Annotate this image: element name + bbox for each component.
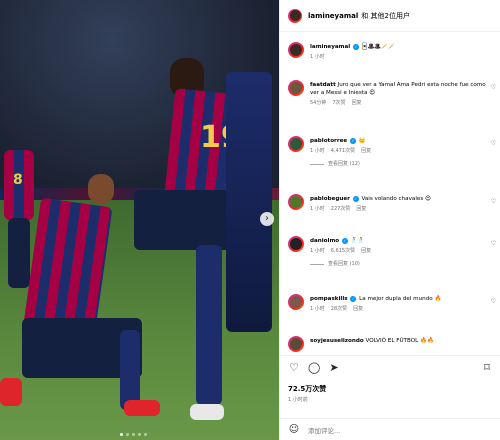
commenter-avatar[interactable] — [288, 294, 304, 310]
author-username[interactable]: lamineyamal — [308, 12, 358, 20]
heart-icon[interactable]: ♡ — [491, 198, 496, 205]
verified-badge-icon: ✓ — [352, 43, 359, 50]
bookmark-icon[interactable]: ⌑ — [481, 362, 493, 374]
standing-player-leg — [196, 245, 222, 405]
comment-time: 1 小时 — [310, 148, 325, 154]
player-background-right — [226, 72, 272, 332]
author-avatar[interactable] — [288, 42, 304, 58]
add-comment-input[interactable]: 添加评论... — [308, 425, 340, 435]
heart-icon[interactable]: ♡ — [491, 240, 496, 247]
player-background-left-legs — [8, 218, 30, 288]
comment-text: 👑 — [358, 138, 366, 144]
comment-likes[interactable]: 227次赞 — [331, 205, 351, 213]
heart-icon[interactable]: ♡ — [491, 298, 496, 305]
carousel-dot — [144, 433, 147, 436]
boot-red — [124, 400, 160, 416]
comment-text: 🕺🕺 — [350, 238, 365, 244]
comment-likes[interactable]: 6,615次赞 — [331, 247, 355, 255]
verified-badge-icon: ✓ — [341, 237, 348, 244]
comment-text: Juro que ver a Yamal Ama Pedri esta noch… — [310, 82, 486, 96]
comment-username[interactable]: daniolmo — [310, 238, 339, 244]
jersey-number-8: 8 — [13, 172, 23, 188]
boot-white — [190, 404, 224, 420]
comment-likes[interactable]: 7次赞 — [332, 99, 345, 107]
chevron-right-icon[interactable]: › — [260, 212, 274, 226]
boot-red-left — [0, 378, 22, 406]
comment-username[interactable]: pablobeguer — [310, 196, 350, 202]
commenter-avatar[interactable] — [288, 336, 304, 352]
comment-time: 54分钟 — [310, 100, 327, 106]
post-photo[interactable]: 8 11 19 › — [0, 0, 279, 440]
caption-text: 🃏🎩🎩🪄🪄 — [361, 44, 396, 50]
divider — [310, 163, 324, 165]
reply-button[interactable]: 回复 — [361, 147, 371, 155]
post-side-panel: lamineyamal 和 其他2位用户 lamineyamal ✓ 🃏🎩🎩🪄🪄… — [279, 0, 500, 440]
comment-username[interactable]: pompaskills — [310, 296, 348, 302]
verified-badge-icon: ✓ — [349, 137, 356, 144]
carousel-dots — [120, 433, 147, 436]
comment-text: VOLVIÓ EL FÚTBOL 🔥🔥 — [365, 338, 434, 344]
view-replies-button[interactable]: 查看回复 (10) — [328, 260, 360, 268]
standing-player-shorts — [134, 190, 234, 250]
carousel-dot — [126, 433, 129, 436]
post-time: 1 小时前 — [288, 397, 308, 403]
comment-text: Vais volando chavales 😍 — [361, 196, 431, 202]
reply-button[interactable]: 回复 — [356, 205, 366, 213]
heart-icon[interactable]: ♡ — [491, 140, 496, 147]
comment-likes[interactable]: 28次赞 — [331, 305, 347, 313]
reply-button[interactable]: 回复 — [361, 247, 371, 255]
share-icon[interactable]: ➤ — [328, 362, 340, 374]
add-comment-bar: ☺ 添加评论... — [280, 418, 500, 440]
comment-username[interactable]: soyjesuselizondo — [310, 338, 364, 344]
divider — [310, 263, 324, 265]
comment-time: 1 小时 — [310, 306, 325, 312]
comment-time: 1 小时 — [310, 248, 325, 254]
smiley-icon[interactable]: ☺ — [288, 424, 300, 436]
carousel-dot — [132, 433, 135, 436]
reply-button[interactable]: 回复 — [352, 99, 362, 107]
reply-button[interactable]: 回复 — [353, 305, 363, 313]
view-replies-button[interactable]: 查看回复 (12) — [328, 160, 360, 168]
commenter-avatar[interactable] — [288, 136, 304, 152]
carousel-dot — [120, 433, 123, 436]
verified-badge-icon: ✓ — [350, 295, 357, 302]
comment-text: La mejor dupla del mundo 🔥 — [359, 296, 442, 302]
commenter-avatar[interactable] — [288, 194, 304, 210]
caption-time: 1 小时 — [310, 54, 325, 60]
verified-badge-icon: ✓ — [352, 195, 359, 202]
commenter-avatar[interactable] — [288, 236, 304, 252]
post-actions: ♡ ◯ ➤ ⌑ 72.5万次赞 1 小时前 — [280, 355, 500, 417]
comment-username[interactable]: faatdatt — [310, 82, 336, 88]
heart-icon[interactable]: ♡ — [491, 84, 496, 91]
post-header: lamineyamal 和 其他2位用户 — [280, 0, 500, 32]
comment-likes[interactable]: 4,471次赞 — [331, 147, 355, 155]
caption-username[interactable]: lamineyamal — [310, 44, 350, 50]
kneeling-player-head — [88, 174, 114, 204]
commenter-avatar[interactable] — [288, 80, 304, 96]
comment-username[interactable]: pablotorree — [310, 138, 347, 144]
author-avatar[interactable] — [288, 8, 302, 23]
collaborators-label[interactable]: 和 其他2位用户 — [361, 11, 410, 21]
carousel-dot — [138, 433, 141, 436]
comment-icon[interactable]: ◯ — [308, 362, 320, 374]
likes-count[interactable]: 72.5万次赞 — [288, 384, 326, 394]
heart-icon[interactable]: ♡ — [288, 362, 300, 374]
comments-list[interactable]: lamineyamal ✓ 🃏🎩🎩🪄🪄 1 小时 faatdatt Juro q… — [280, 34, 500, 352]
kneeling-player-sock — [120, 330, 140, 410]
comment-time: 1 小时 — [310, 206, 325, 212]
